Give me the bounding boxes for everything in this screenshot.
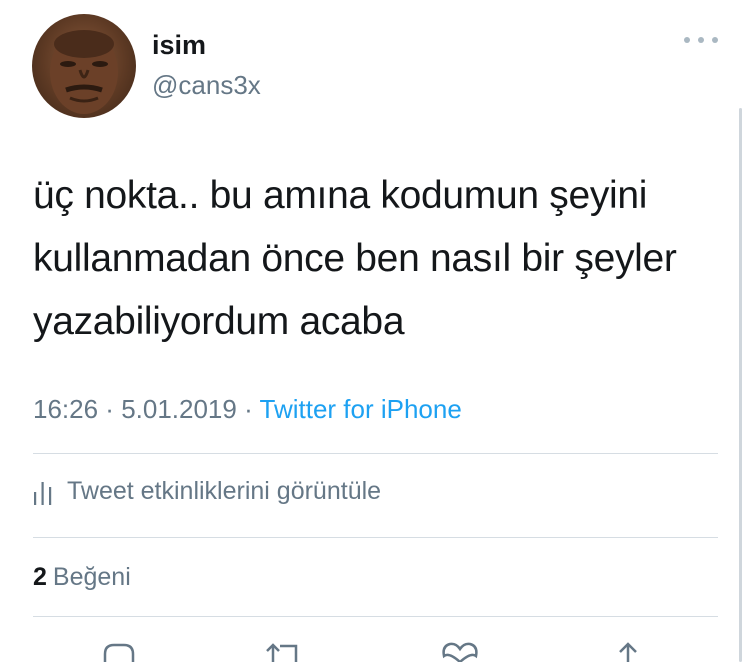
more-dot (684, 37, 690, 43)
scrollbar[interactable] (739, 108, 742, 662)
divider (33, 537, 718, 538)
heart-icon[interactable] (441, 642, 479, 662)
likes-count: 2 (33, 563, 47, 591)
tweet-source-link[interactable]: Twitter for iPhone (260, 394, 462, 424)
reply-icon[interactable] (102, 642, 136, 662)
tweet-date: 5.01.2019 (121, 394, 237, 424)
user-handle[interactable]: @cans3x (152, 70, 261, 101)
likes-count-link[interactable]: 2 Beğeni (33, 563, 131, 592)
more-dots-icon[interactable] (684, 34, 718, 46)
tweet-text: üç nokta.. bu amına kodumun şeyini kulla… (33, 174, 677, 343)
divider (33, 616, 718, 617)
tweet-meta: 16:26 · 5.01.2019 · Twitter for iPhone (33, 394, 462, 425)
more-dot (712, 37, 718, 43)
tweet-time: 16:26 (33, 394, 99, 424)
meta-separator: · (98, 394, 122, 424)
bar-chart-icon (34, 481, 52, 505)
retweet-icon[interactable] (264, 642, 306, 662)
share-icon[interactable] (614, 642, 642, 662)
analytics-label: Tweet etkinliklerini görüntüle (67, 477, 382, 505)
divider (33, 453, 718, 454)
avatar[interactable] (32, 14, 136, 118)
tweet-actions-bar (0, 632, 749, 662)
tweet-analytics-link[interactable]: Tweet etkinliklerini görüntüle (33, 477, 381, 506)
display-name[interactable]: isim (152, 30, 206, 61)
likes-label: Beğeni (52, 563, 131, 591)
avatar-photo (50, 30, 118, 114)
more-dot (698, 37, 704, 43)
meta-separator: · (236, 394, 260, 424)
